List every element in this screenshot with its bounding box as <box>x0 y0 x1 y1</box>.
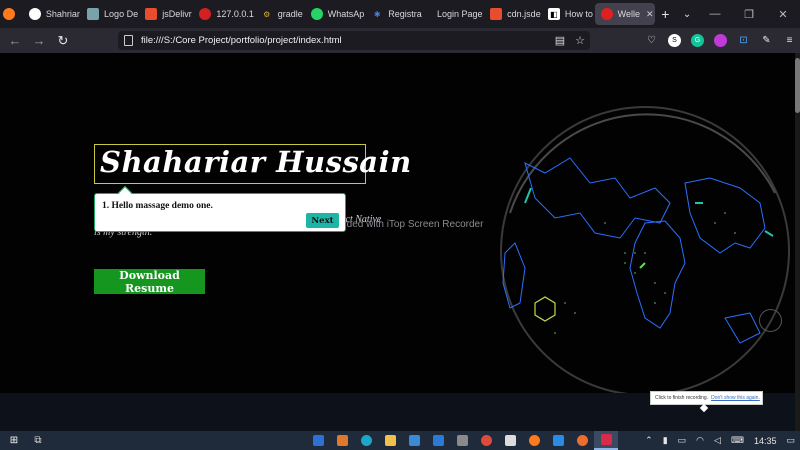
firefox-taskbar-icon[interactable] <box>522 431 546 450</box>
registration-icon: ✱ <box>373 9 381 19</box>
scroll-indicator-circle[interactable] <box>759 309 782 332</box>
app-icon-orange[interactable] <box>330 431 354 450</box>
volume-icon[interactable]: ◁ <box>709 435 726 446</box>
keyboard-icon[interactable]: ⌨ <box>726 435 749 446</box>
app-icon-grey[interactable] <box>450 431 474 450</box>
tab-1[interactable]: Logo De <box>81 0 139 28</box>
tab-10[interactable]: Welle ✕ <box>594 3 655 25</box>
reload-icon[interactable]: ↻ <box>51 33 75 49</box>
grammarly-icon[interactable]: G <box>691 34 704 47</box>
edge-icon[interactable] <box>354 431 378 450</box>
tab-label: 127.0.0.1 <box>216 9 254 19</box>
pocket-icon[interactable]: ♡ <box>640 33 663 49</box>
tab-label: jsDelivr <box>162 9 192 19</box>
back-arrow-icon[interactable]: ← <box>3 33 27 48</box>
scrollbar-thumb[interactable] <box>795 58 800 113</box>
chevron-up-icon[interactable]: ⌃ <box>640 435 658 446</box>
color-picker-icon[interactable]: ✎ <box>755 33 778 49</box>
tab-strip: Shahriar Logo De jsDelivr 127.0.0.1 ⚙ gra… <box>0 0 800 28</box>
tab-label: How to <box>564 9 593 19</box>
usb-icon[interactable]: ▮ <box>658 435 673 446</box>
reader-view-icon[interactable]: ▤ <box>550 34 570 47</box>
menu-hamburger-icon[interactable]: ≡ <box>778 33 800 49</box>
portfolio-page: Shahariar Hussain Javascript is my favor… <box>0 53 795 393</box>
tab-9[interactable]: ◧ How to <box>542 0 595 28</box>
vscode-icon[interactable] <box>546 431 570 450</box>
gradle-icon: ⚙ <box>263 9 271 19</box>
tab-label: Logo De <box>104 9 139 19</box>
nav-bar: ← → ↻ ▤ ☆ ♡ S G ⊡ ✎ ≡ <box>0 28 800 53</box>
jsdelivr-icon <box>145 8 158 20</box>
tab-3[interactable]: 127.0.0.1 <box>193 0 254 28</box>
tab-label: Registra <box>388 9 422 19</box>
tour-arrow <box>117 185 133 201</box>
app-icon-blue[interactable] <box>306 431 330 450</box>
tab-label: cdn.jsde <box>507 9 541 19</box>
whatsapp-icon <box>310 8 323 20</box>
forward-arrow-icon[interactable]: → <box>27 33 51 48</box>
chevron-down-icon[interactable]: ⌄ <box>676 9 698 20</box>
tab-label: Login Page <box>436 9 483 19</box>
firefox-menu[interactable] <box>0 0 23 28</box>
github-icon <box>28 8 41 20</box>
chrome-icon[interactable] <box>474 431 498 450</box>
tab-label: gradle <box>277 9 303 19</box>
toolbar-extensions: ♡ S G ⊡ ✎ ≡ <box>640 28 800 53</box>
close-tab-icon[interactable]: ✕ <box>646 9 654 20</box>
new-tab-icon[interactable]: + <box>655 6 677 22</box>
page-scrollbar[interactable] <box>795 53 800 431</box>
recording-icon <box>600 8 613 20</box>
url-input[interactable] <box>141 35 521 46</box>
close-window-icon[interactable]: ✕ <box>766 8 800 21</box>
store-icon[interactable] <box>402 431 426 450</box>
notification-icon[interactable]: ▭ <box>781 435 800 446</box>
firefox-icon <box>2 8 15 20</box>
clock[interactable]: 14:35 <box>749 436 782 446</box>
battery-icon[interactable]: ▭ <box>673 435 692 446</box>
postman-icon[interactable] <box>570 431 594 450</box>
tour-message: 1. Hello massage demo one. <box>102 201 213 211</box>
account-avatar[interactable]: S <box>668 34 681 47</box>
windows-start-icon[interactable]: ⊞ <box>2 431 26 450</box>
system-tray: ⌃ ▮ ▭ ◠ ◁ ⌨ 14:35 ▭ <box>640 431 800 450</box>
tab-7[interactable]: Login Page <box>423 0 484 28</box>
task-view-icon[interactable]: ⧉ <box>26 431 50 450</box>
tab-2[interactable]: jsDelivr <box>139 0 193 28</box>
extension-colorful-icon[interactable] <box>714 34 727 47</box>
windows-taskbar: ⊞ ⧉ ⌃ ▮ ▭ ◠ ◁ ⌨ 14:35 ▭ <box>0 431 800 450</box>
bookmark-star-icon[interactable]: ☆ <box>570 34 590 47</box>
taskbar-apps <box>306 431 618 450</box>
window-controls: — ❐ ✕ <box>698 8 800 21</box>
toast-text: Click to finish recording. <box>655 395 709 401</box>
logo-design-icon <box>87 8 100 20</box>
tab-label: WhatsAp <box>327 9 365 19</box>
file-explorer-icon[interactable] <box>378 431 402 450</box>
how-to-icon: ◧ <box>547 8 560 20</box>
wifi-icon[interactable]: ◠ <box>691 435 709 446</box>
tour-next-button[interactable]: Next <box>306 213 339 228</box>
tab-0[interactable]: Shahriar <box>23 0 81 28</box>
document-icon <box>124 35 133 46</box>
app-icon-white[interactable] <box>498 431 522 450</box>
world-globe-graphic <box>500 106 790 393</box>
toast-dismiss-link[interactable]: Don't show this again. <box>711 395 760 401</box>
screenshot-extension-icon[interactable]: ⊡ <box>732 33 755 49</box>
tab-label: Shahriar <box>45 9 80 19</box>
localhost-icon <box>199 8 212 20</box>
tab-6[interactable]: ✱ Registra <box>365 0 423 28</box>
url-bar[interactable]: ▤ ☆ <box>118 31 590 50</box>
tab-4[interactable]: ⚙ gradle <box>255 0 305 28</box>
restore-icon[interactable]: ❐ <box>732 8 766 21</box>
hero-name: Shahariar Hussain <box>100 145 412 179</box>
download-resume-button[interactable]: Download Resume <box>94 269 205 295</box>
mail-icon[interactable] <box>426 431 450 450</box>
jsdelivr-icon <box>490 8 503 20</box>
tab-label: Welle <box>617 9 640 19</box>
minimize-icon[interactable]: — <box>698 8 732 21</box>
recording-toast: Click to finish recording. Don't show th… <box>650 391 763 413</box>
tab-5[interactable]: WhatsAp <box>305 0 365 28</box>
tour-popup: 1. Hello massage demo one. Next <box>94 185 346 232</box>
tab-8[interactable]: cdn.jsde <box>484 0 542 28</box>
itop-recorder-icon[interactable] <box>594 431 618 450</box>
